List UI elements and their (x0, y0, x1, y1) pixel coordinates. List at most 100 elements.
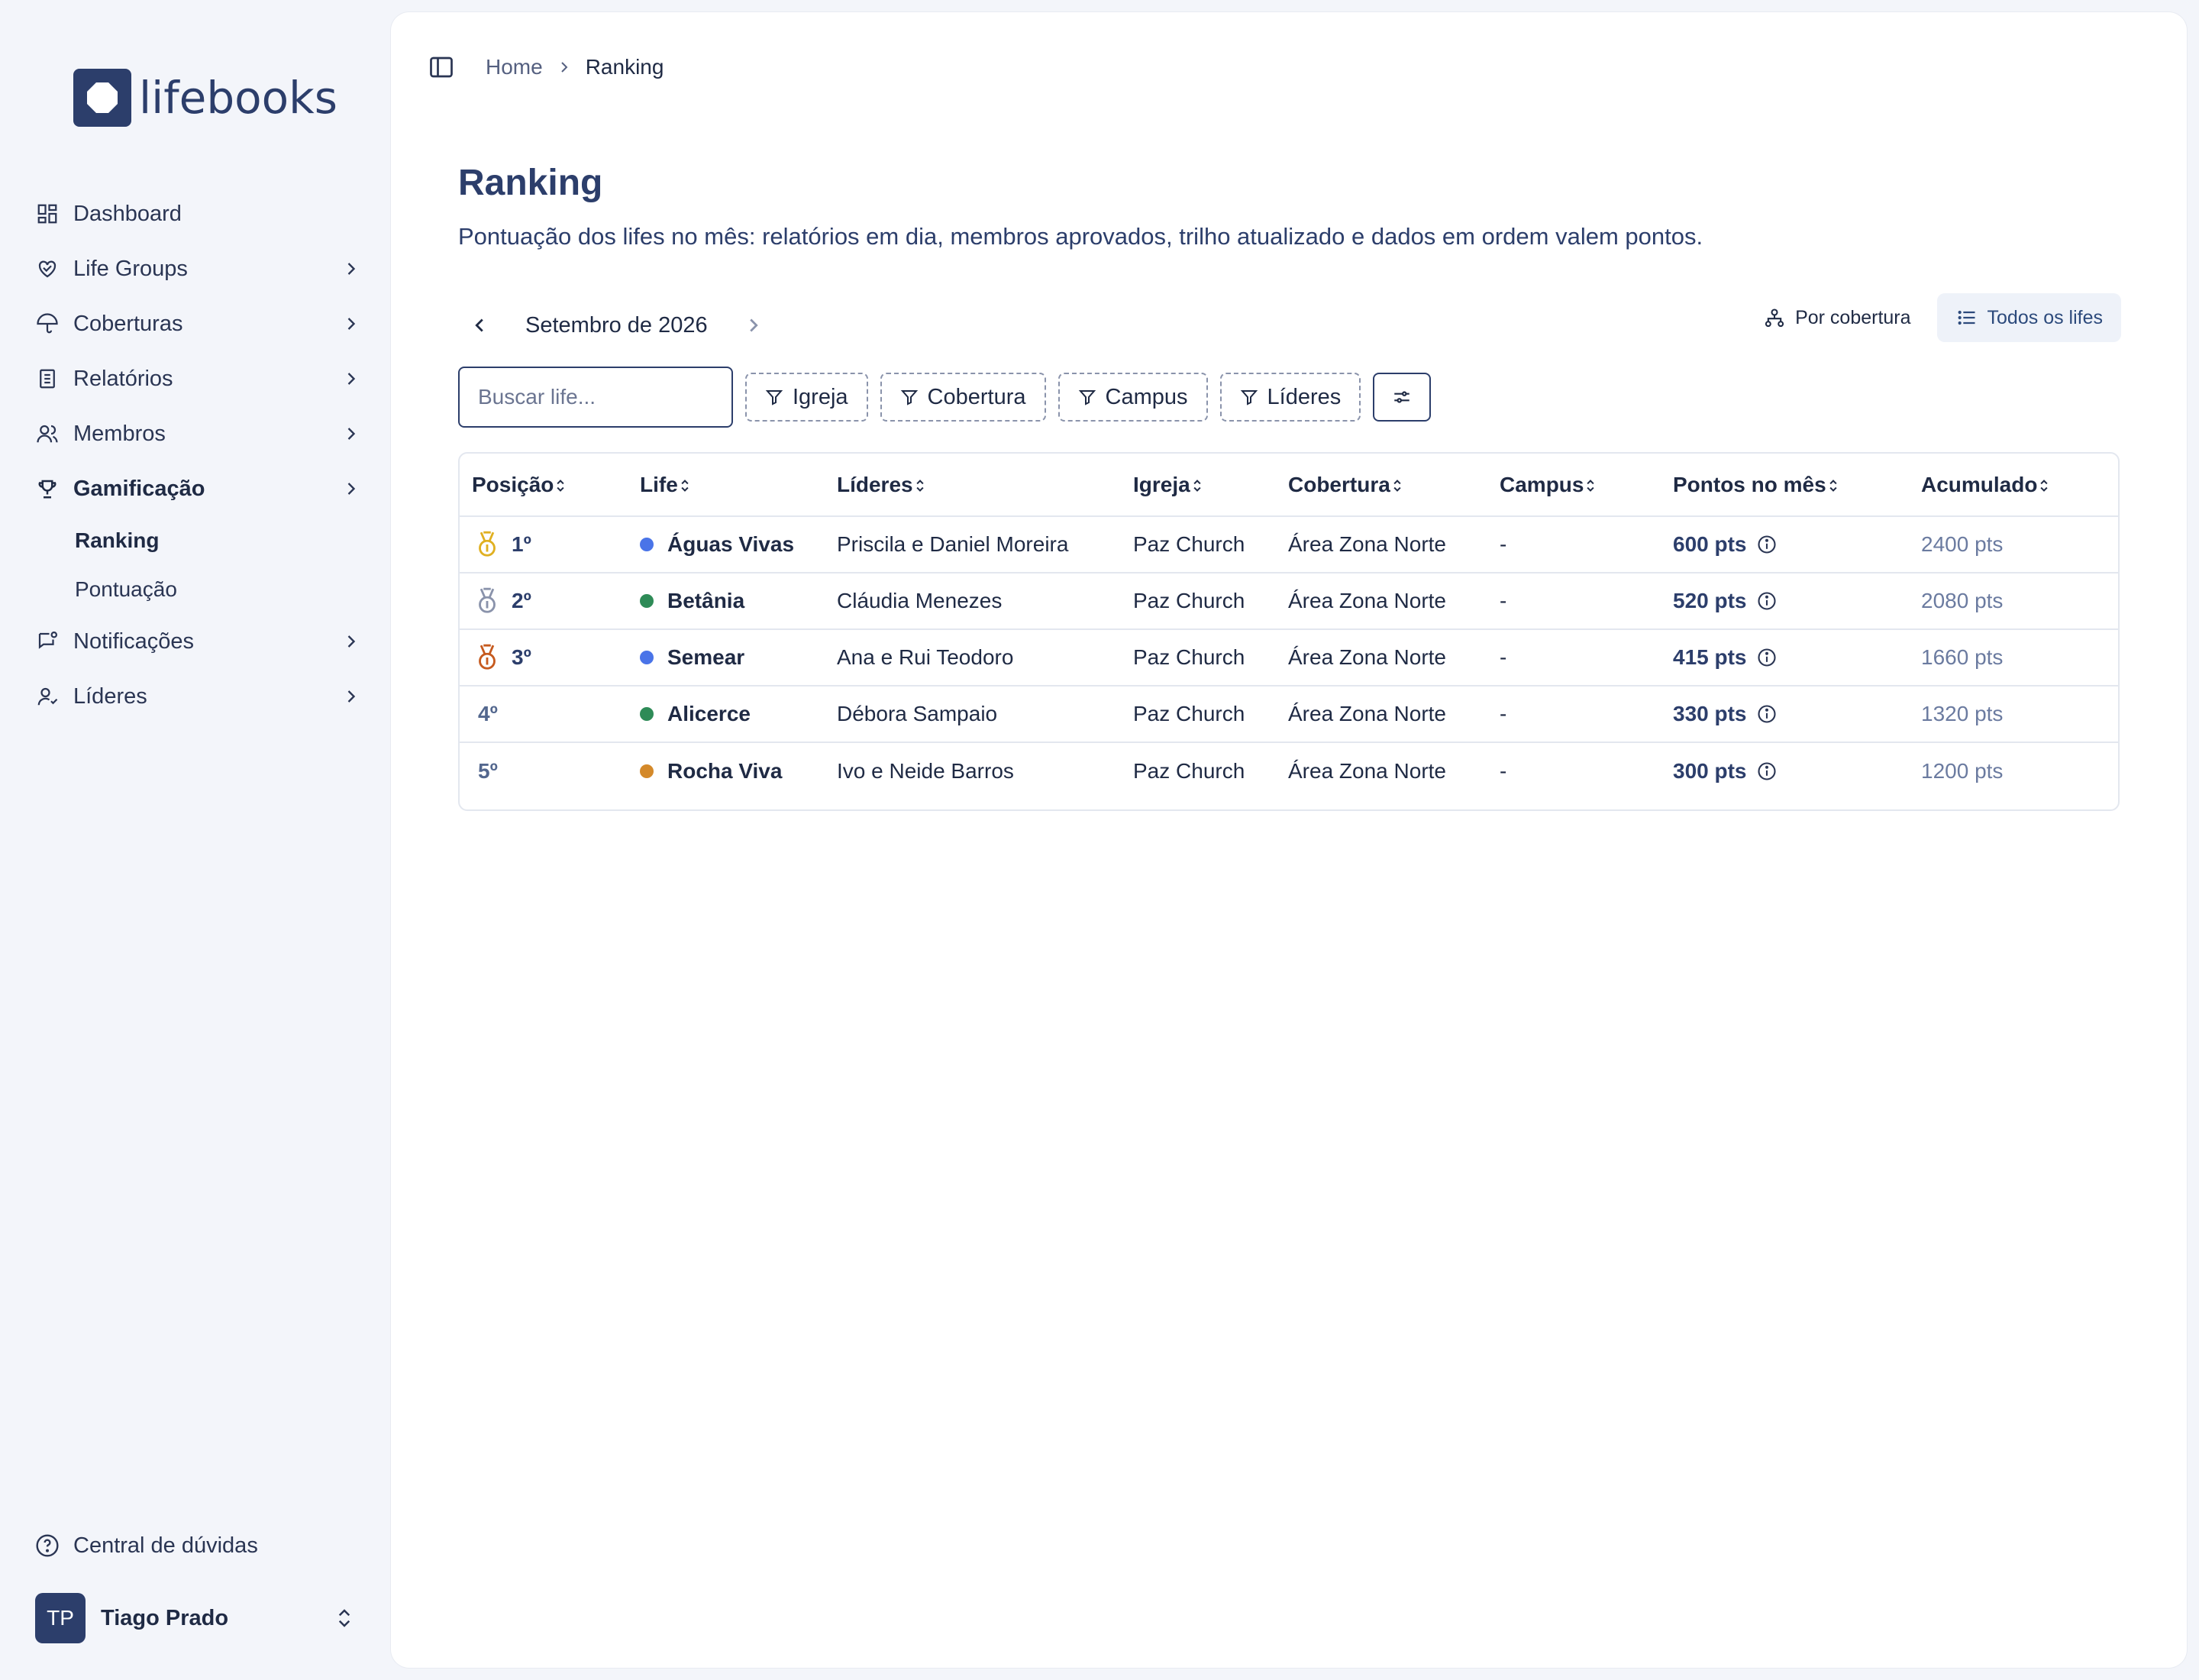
sidebar-subitem-pontuacao[interactable]: Pontuação (34, 565, 362, 614)
sidebar-item-notificacoes[interactable]: Notificações (34, 614, 362, 669)
help-circle-icon (34, 1532, 61, 1559)
info-icon[interactable] (1756, 703, 1778, 725)
sidebar-toggle-icon[interactable] (428, 53, 455, 81)
avatar: TP (35, 1593, 86, 1643)
current-month-label: Setembro de 2026 (525, 312, 708, 338)
view-all-lifes-button[interactable]: Todos os lifes (1936, 293, 2121, 342)
column-header-pontos[interactable]: Pontos no mês (1661, 454, 1909, 516)
chevron-right-icon (347, 318, 356, 330)
filter-icon (900, 390, 918, 405)
report-icon (34, 365, 61, 393)
sidebar-item-dashboard[interactable]: Dashboard (34, 186, 362, 241)
sidebar-item-gamificacao[interactable]: Gamificação (34, 461, 362, 516)
table-row[interactable]: 3º Semear Ana e Rui Teodoro Paz Church Á… (460, 629, 2118, 686)
table-header-row: Posição Life Líderes Igreja Cobertura Ca… (460, 454, 2118, 516)
column-header-acumulado[interactable]: Acumulado (1909, 454, 2118, 516)
filter-cobertura-button[interactable]: Cobertura (880, 373, 1046, 422)
brand-logo[interactable]: lifebooks (73, 67, 337, 128)
next-month-button[interactable] (738, 310, 769, 341)
life-name[interactable]: Betânia (667, 589, 744, 613)
ranking-table: Posição Life Líderes Igreja Cobertura Ca… (458, 452, 2120, 811)
table-row[interactable]: 4º Alicerce Débora Sampaio Paz Church Ár… (460, 686, 2118, 742)
position-label: 4º (478, 702, 498, 725)
table-row[interactable]: 5º Rocha Viva Ivo e Neide Barros Paz Chu… (460, 742, 2118, 799)
sort-icon (1587, 480, 1595, 492)
column-header-label: Posição (472, 472, 554, 496)
sidebar-item-lideres[interactable]: Líderes (34, 669, 362, 724)
life-name[interactable]: Alicerce (667, 702, 751, 726)
sidebar-subitem-ranking[interactable]: Ranking (34, 516, 362, 565)
lideres-cell: Priscila e Daniel Moreira (837, 532, 1069, 556)
column-header-igreja[interactable]: Igreja (1121, 454, 1276, 516)
help-center-link[interactable]: Central de dúvidas (34, 1518, 362, 1573)
breadcrumb-current: Ranking (585, 55, 664, 79)
column-header-campus[interactable]: Campus (1487, 454, 1661, 516)
sidebar-item-coberturas[interactable]: Coberturas (34, 296, 362, 351)
sidebar-item-label: Life Groups (73, 256, 188, 281)
filter-icon (1240, 390, 1258, 405)
sort-icon (916, 480, 924, 492)
igreja-cell: Paz Church (1133, 589, 1245, 612)
chevron-right-icon (749, 318, 758, 332)
campus-cell: - (1500, 589, 1507, 612)
search-input[interactable] (458, 367, 733, 428)
lideres-cell: Cláudia Menezes (837, 589, 1003, 612)
view-all-lifes-label: Todos os lifes (1987, 306, 2103, 328)
view-toggle: Por cobertura Todos os lifes (1745, 293, 2121, 342)
user-menu[interactable]: TP Tiago Prado (35, 1593, 356, 1643)
column-header-posicao[interactable]: Posição (460, 454, 628, 516)
filter-lideres-button[interactable]: Líderes (1219, 373, 1361, 422)
column-header-label: Acumulado (1921, 472, 2038, 496)
chevron-left-icon (475, 318, 483, 332)
cobertura-cell: Área Zona Norte (1288, 532, 1446, 556)
life-name[interactable]: Rocha Viva (667, 759, 782, 783)
column-settings-button[interactable] (1373, 373, 1432, 422)
topbar: Home Ranking (428, 49, 664, 86)
filter-icon (765, 390, 783, 405)
column-header-label: Pontos no mês (1673, 472, 1826, 496)
filter-campus-button[interactable]: Campus (1058, 373, 1208, 422)
sidebar-item-label: Gamificação (73, 476, 205, 501)
chevron-right-icon (347, 373, 356, 385)
life-name[interactable]: Águas Vivas (667, 532, 794, 557)
sidebar-item-life-groups[interactable]: Life Groups (34, 241, 362, 296)
sidebar-nav: Dashboard Life Groups Coberturas Relatór… (34, 186, 362, 724)
table-row[interactable]: 2º Betânia Cláudia Menezes Paz Church Ár… (460, 573, 2118, 629)
info-icon[interactable] (1756, 534, 1778, 555)
life-name[interactable]: Semear (667, 645, 744, 670)
lideres-cell: Ivo e Neide Barros (837, 758, 1014, 783)
column-header-lideres[interactable]: Líderes (825, 454, 1121, 516)
filter-igreja-button[interactable]: Igreja (745, 373, 868, 422)
sidebar-item-label: Relatórios (73, 366, 173, 391)
life-color-dot (640, 707, 654, 721)
points-value: 600 pts (1673, 532, 1747, 556)
sliders-icon (1394, 391, 1409, 403)
breadcrumb-home[interactable]: Home (486, 55, 543, 79)
igreja-cell: Paz Church (1133, 645, 1245, 669)
sort-icon (1829, 480, 1837, 492)
accumulated-value: 1200 pts (1921, 758, 2004, 783)
dashboard-icon (34, 200, 61, 228)
message-bell-icon (34, 628, 61, 655)
table-row[interactable]: 1º Águas Vivas Priscila e Daniel Moreira… (460, 516, 2118, 573)
chevron-updown-icon[interactable] (333, 1607, 356, 1630)
chevron-right-icon (560, 62, 568, 73)
sidebar-item-membros[interactable]: Membros (34, 406, 362, 461)
info-icon[interactable] (1756, 590, 1778, 612)
info-icon[interactable] (1756, 647, 1778, 668)
month-navigator: Setembro de 2026 (464, 304, 769, 347)
user-name: Tiago Prado (101, 1605, 229, 1630)
previous-month-button[interactable] (464, 310, 495, 341)
column-header-cobertura[interactable]: Cobertura (1276, 454, 1487, 516)
column-header-life[interactable]: Life (628, 454, 825, 516)
filter-campus-label: Campus (1105, 384, 1188, 409)
column-header-label: Life (640, 472, 678, 496)
sidebar-item-relatorios[interactable]: Relatórios (34, 351, 362, 406)
page-subtitle: Pontuação dos lifes no mês: relatórios e… (458, 223, 1703, 250)
sort-icon (1393, 480, 1401, 492)
sort-icon (557, 480, 564, 492)
hierarchy-icon (1763, 306, 1786, 329)
info-icon[interactable] (1756, 761, 1778, 782)
view-by-coverage-button[interactable]: Por cobertura (1745, 293, 1929, 342)
view-by-coverage-label: Por cobertura (1795, 306, 1911, 328)
